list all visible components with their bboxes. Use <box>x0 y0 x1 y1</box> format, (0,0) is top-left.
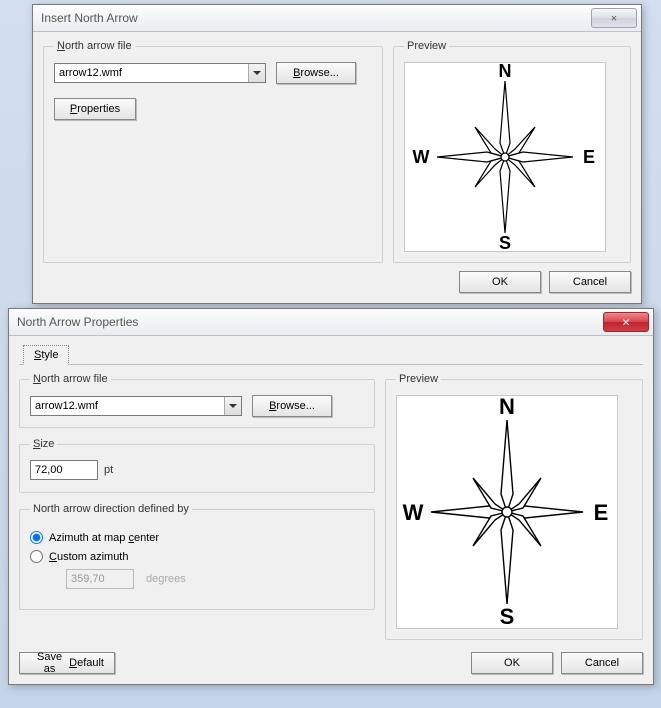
titlebar: Insert North Arrow ✕ <box>33 5 641 32</box>
browse-button[interactable]: Browse... <box>276 62 356 84</box>
compass-icon: N S E W <box>397 396 617 628</box>
north-arrow-file-combo[interactable] <box>30 396 242 416</box>
close-button[interactable]: ✕ <box>603 312 649 332</box>
svg-text:E: E <box>594 500 609 525</box>
size-input[interactable] <box>30 460 98 480</box>
insert-north-arrow-dialog: Insert North Arrow ✕ North arrow file Br… <box>32 4 642 304</box>
preview-legend: Preview <box>404 40 449 52</box>
svg-text:N: N <box>499 396 515 419</box>
north-arrow-properties-dialog: North Arrow Properties ✕ Style North arr… <box>8 308 654 685</box>
group-legend: North arrow file <box>30 373 111 385</box>
combo-arrow[interactable] <box>224 397 241 415</box>
svg-text:S: S <box>500 604 515 628</box>
chevron-down-icon <box>229 404 237 408</box>
preview-box: N S E W <box>404 62 606 252</box>
save-as-default-button[interactable]: Save as Default <box>19 652 115 674</box>
close-button[interactable]: ✕ <box>591 8 637 28</box>
svg-text:W: W <box>413 147 430 167</box>
compass-icon: N S E W <box>405 63 605 251</box>
radio-azimuth-center-label: Azimuth at map center <box>49 532 159 544</box>
cancel-button[interactable]: Cancel <box>561 652 643 674</box>
custom-azimuth-unit: degrees <box>146 573 186 585</box>
dialog-title: Insert North Arrow <box>41 11 138 25</box>
ok-button[interactable]: OK <box>459 271 541 293</box>
north-arrow-file-input[interactable] <box>31 397 224 415</box>
svg-text:E: E <box>583 147 595 167</box>
svg-text:S: S <box>499 233 511 251</box>
radio-custom-azimuth[interactable] <box>30 550 43 563</box>
radio-azimuth-center[interactable] <box>30 531 43 544</box>
svg-text:W: W <box>403 500 424 525</box>
svg-text:N: N <box>499 63 512 81</box>
group-legend: Size <box>30 438 57 450</box>
custom-azimuth-input <box>66 569 134 589</box>
chevron-down-icon <box>253 71 261 75</box>
radio-custom-azimuth-label: Custom azimuth <box>49 551 128 563</box>
preview-group: Preview <box>385 373 643 640</box>
size-group: Size pt <box>19 438 375 493</box>
preview-box: N S E W <box>396 395 618 629</box>
north-arrow-file-input[interactable] <box>55 64 248 82</box>
north-arrow-file-group: North arrow file Browse... <box>19 373 375 428</box>
cancel-button[interactable]: Cancel <box>549 271 631 293</box>
titlebar: North Arrow Properties ✕ <box>9 309 653 336</box>
dialog-title: North Arrow Properties <box>17 315 138 329</box>
preview-group: Preview <box>393 40 631 263</box>
tab-style[interactable]: Style <box>23 345 69 365</box>
size-unit: pt <box>104 464 113 476</box>
ok-button[interactable]: OK <box>471 652 553 674</box>
preview-legend: Preview <box>396 373 441 385</box>
combo-arrow[interactable] <box>248 64 265 82</box>
direction-group: North arrow direction defined by Azimuth… <box>19 503 375 610</box>
group-legend: North arrow file <box>54 40 135 52</box>
group-legend: North arrow direction defined by <box>30 503 192 515</box>
north-arrow-file-combo[interactable] <box>54 63 266 83</box>
properties-button[interactable]: Properties <box>54 98 136 120</box>
browse-button[interactable]: Browse... <box>252 395 332 417</box>
north-arrow-file-group: North arrow file Browse... Properties <box>43 40 383 263</box>
